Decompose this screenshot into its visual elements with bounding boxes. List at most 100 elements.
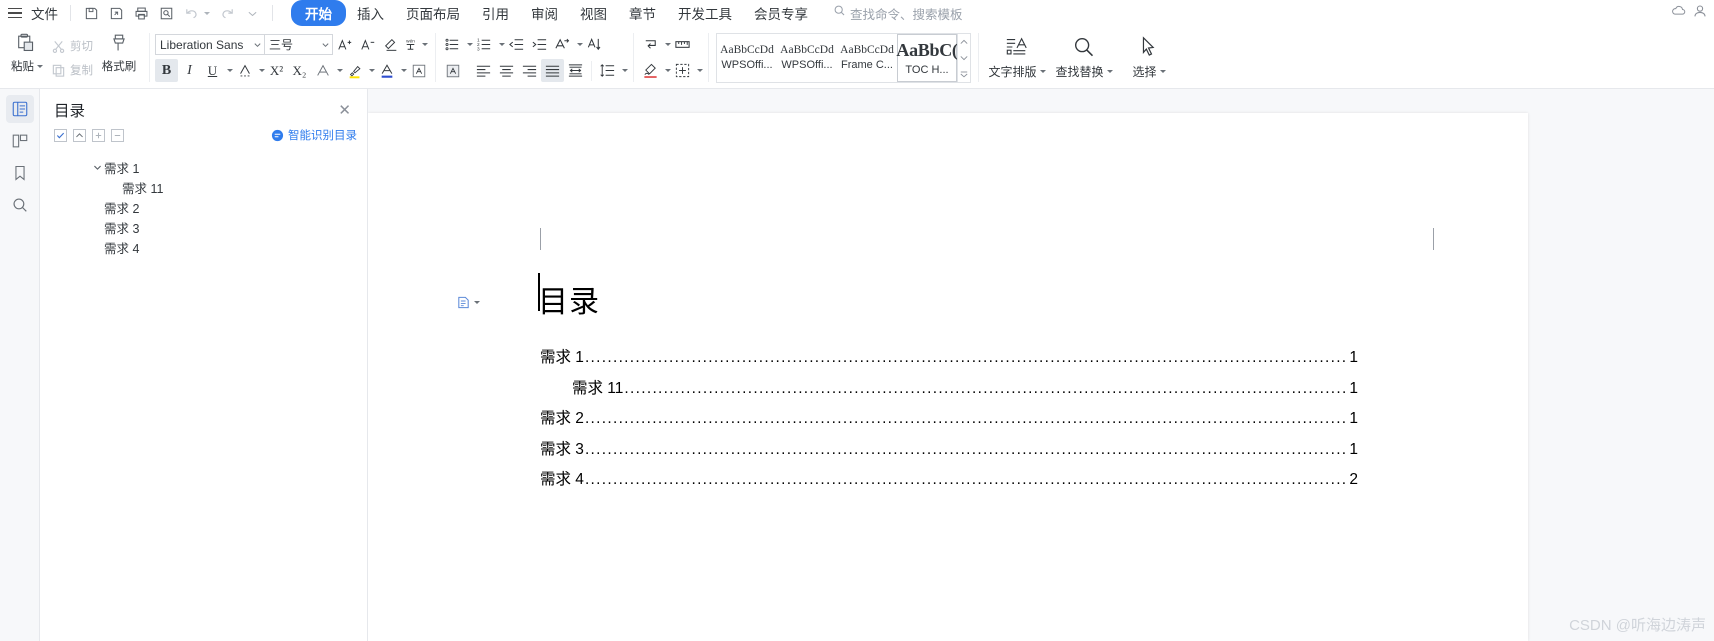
rail-search-icon[interactable] bbox=[6, 191, 34, 219]
tab-member-exclusive[interactable]: 会员专享 bbox=[743, 0, 819, 26]
rail-outline-icon[interactable] bbox=[5, 95, 34, 123]
bold-icon[interactable]: B bbox=[155, 59, 178, 82]
copy-button[interactable]: 复制 bbox=[48, 58, 96, 82]
subscript-icon[interactable]: X₂ bbox=[288, 59, 311, 82]
anchor-dropdown-icon[interactable] bbox=[474, 301, 480, 304]
cloud-sync-icon[interactable] bbox=[1670, 2, 1688, 25]
toc-entry[interactable]: 需求 11 ..................................… bbox=[540, 376, 1358, 407]
toc-check-icon[interactable] bbox=[54, 128, 67, 142]
style-gallery-expand-icon[interactable] bbox=[958, 66, 970, 82]
tab-section[interactable]: 章节 bbox=[618, 0, 667, 26]
numbered-list-icon[interactable]: 123 bbox=[473, 33, 496, 56]
tab-view[interactable]: 视图 bbox=[569, 0, 618, 26]
redo-icon[interactable] bbox=[215, 2, 239, 24]
style-item-toc-heading[interactable]: AaBbC( TOC H... bbox=[896, 33, 958, 82]
font-size-dropdown-icon[interactable] bbox=[319, 34, 333, 55]
document-heading[interactable]: 目录 bbox=[538, 277, 600, 321]
bullet-list-icon[interactable] bbox=[441, 33, 464, 56]
borders-icon[interactable] bbox=[671, 59, 694, 82]
undo-icon[interactable] bbox=[179, 2, 203, 24]
decrease-indent-icon[interactable] bbox=[505, 33, 528, 56]
find-replace-dropdown-icon[interactable] bbox=[1106, 70, 1113, 73]
toc-tree-item-3[interactable]: 需求 2 bbox=[40, 197, 367, 217]
pinyin-dropdown-icon[interactable] bbox=[422, 43, 428, 46]
customize-chevron-icon[interactable] bbox=[240, 2, 264, 24]
document-page[interactable]: 目录 需求 1 ................................… bbox=[368, 113, 1528, 641]
cut-button[interactable]: 剪切 bbox=[48, 34, 96, 58]
chevron-down-icon[interactable] bbox=[90, 163, 104, 172]
multilevel-list-icon[interactable] bbox=[551, 33, 574, 56]
tab-start[interactable]: 开始 bbox=[291, 0, 346, 26]
font-size-input[interactable]: 三号 bbox=[265, 34, 319, 55]
tab-references[interactable]: 引用 bbox=[471, 0, 520, 26]
toc-tree-item-2[interactable]: 需求 11 bbox=[40, 177, 367, 197]
toc-entry[interactable]: 需求 1 ...................................… bbox=[540, 345, 1358, 376]
character-shading-box-icon[interactable] bbox=[441, 59, 464, 82]
main-menu-icon[interactable] bbox=[8, 7, 22, 19]
strikethrough-icon[interactable] bbox=[233, 59, 256, 82]
line-spacing-icon[interactable] bbox=[596, 59, 619, 82]
underline-icon[interactable]: U bbox=[201, 59, 224, 82]
collaborate-avatar[interactable] bbox=[1692, 3, 1708, 24]
document-area[interactable]: 目录 需求 1 ................................… bbox=[368, 89, 1714, 641]
toc-entry[interactable]: 需求 4 ...................................… bbox=[540, 467, 1358, 498]
italic-icon[interactable]: I bbox=[178, 59, 201, 82]
toc-tree-item-5[interactable]: 需求 4 bbox=[40, 237, 367, 257]
grow-font-icon[interactable] bbox=[333, 33, 356, 56]
style-scroll-up-icon[interactable] bbox=[958, 34, 970, 50]
align-justify-icon[interactable] bbox=[541, 59, 564, 82]
toc-expand-icon[interactable] bbox=[92, 128, 105, 142]
highlight-color-icon[interactable] bbox=[343, 59, 366, 82]
rail-bookmark-icon[interactable] bbox=[6, 159, 34, 187]
sort-icon[interactable] bbox=[583, 33, 606, 56]
print-icon[interactable] bbox=[129, 2, 153, 24]
toc-entry[interactable]: 需求 2 ...................................… bbox=[540, 406, 1358, 437]
font-name-input[interactable]: Liberation Sans bbox=[155, 34, 251, 55]
smart-toc-button[interactable]: 智能识别目录 bbox=[271, 127, 357, 143]
distribute-icon[interactable] bbox=[564, 59, 587, 82]
style-item-wpsoffice-1[interactable]: AaBbCcDd WPSOffi... bbox=[717, 34, 777, 82]
tab-page-layout[interactable]: 页面布局 bbox=[395, 0, 471, 26]
tab-review[interactable]: 审阅 bbox=[520, 0, 569, 26]
font-name-dropdown-icon[interactable] bbox=[251, 34, 265, 55]
line-spacing-dropdown-icon[interactable] bbox=[622, 69, 628, 72]
style-item-frame-content[interactable]: AaBbCcDd Frame C... bbox=[837, 34, 897, 82]
toc-collapse-up-icon[interactable] bbox=[73, 128, 86, 142]
format-brush-button[interactable]: 格式刷 bbox=[96, 30, 142, 74]
style-item-wpsoffice-2[interactable]: AaBbCcDd WPSOffi... bbox=[777, 34, 837, 82]
text-typeset-dropdown-icon[interactable] bbox=[1039, 70, 1046, 73]
paragraph-anchor-icon[interactable] bbox=[456, 295, 480, 310]
pinyin-guide-icon[interactable]: wén bbox=[402, 33, 419, 56]
paste-button[interactable]: 粘贴 bbox=[6, 30, 48, 74]
shading-icon[interactable] bbox=[639, 59, 662, 82]
align-center-icon[interactable] bbox=[495, 59, 518, 82]
toc-tree-item-4[interactable]: 需求 3 bbox=[40, 217, 367, 237]
save-icon[interactable] bbox=[79, 2, 103, 24]
style-scroll-down-icon[interactable] bbox=[958, 50, 970, 66]
save-as-icon[interactable] bbox=[104, 2, 128, 24]
character-border-icon[interactable] bbox=[407, 59, 430, 82]
find-replace-button[interactable]: 查找替换 bbox=[1048, 29, 1120, 87]
undo-dropdown-icon[interactable] bbox=[204, 11, 210, 15]
toc-tree-item-1[interactable]: 需求 1 bbox=[40, 157, 367, 177]
toc-collapse-icon[interactable] bbox=[111, 128, 124, 142]
show-marks-icon[interactable] bbox=[639, 33, 662, 56]
clear-format-icon[interactable] bbox=[379, 33, 402, 56]
ruler-icon[interactable] bbox=[671, 33, 694, 56]
toc-entry[interactable]: 需求 3 ...................................… bbox=[540, 437, 1358, 468]
text-typeset-button[interactable]: 文字排版 bbox=[986, 29, 1048, 87]
file-menu-button[interactable]: 文件 bbox=[27, 1, 62, 25]
font-color-icon[interactable] bbox=[375, 59, 398, 82]
text-effect-icon[interactable] bbox=[311, 59, 334, 82]
align-left-icon[interactable] bbox=[472, 59, 495, 82]
paste-dropdown-icon[interactable] bbox=[37, 64, 43, 68]
print-preview-icon[interactable] bbox=[154, 2, 178, 24]
increase-indent-icon[interactable] bbox=[528, 33, 551, 56]
align-right-icon[interactable] bbox=[518, 59, 541, 82]
command-search[interactable]: 查找命令、搜索模板 bbox=[833, 4, 963, 23]
select-dropdown-icon[interactable] bbox=[1159, 70, 1166, 73]
superscript-icon[interactable]: X² bbox=[265, 59, 288, 82]
tab-developer-tools[interactable]: 开发工具 bbox=[667, 0, 743, 26]
borders-dropdown-icon[interactable] bbox=[697, 69, 703, 72]
tab-insert[interactable]: 插入 bbox=[346, 0, 395, 26]
